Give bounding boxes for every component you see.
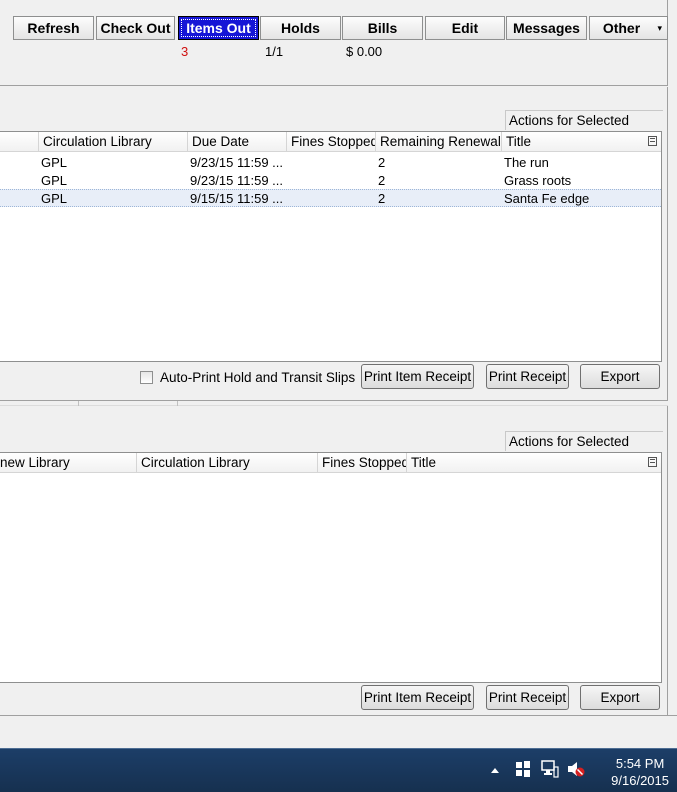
cell-title: Santa Fe edge [504, 191, 590, 206]
chevron-down-icon: ▾ [657, 23, 662, 33]
grid-header: Circulation Library Due Date Fines Stopp… [0, 132, 661, 152]
cell-renewals: 2 [378, 155, 386, 170]
grid-header: new Library Circulation Library Fines St… [0, 453, 661, 473]
items-out-button[interactable]: Items Out [178, 16, 259, 40]
cell-circ-lib: GPL [41, 173, 68, 188]
show-hidden-icons-icon[interactable] [490, 766, 500, 774]
auto-print-slips-checkbox[interactable] [140, 371, 153, 384]
items-out-count: 3 [181, 44, 189, 59]
column-header-circulation-library[interactable]: Circulation Library [137, 453, 318, 473]
cell-circ-lib: GPL [41, 155, 68, 170]
system-clock[interactable]: 5:54 PM 9/16/2015 [611, 755, 669, 789]
other-menu-label: Other [602, 20, 641, 36]
clock-date: 9/16/2015 [611, 773, 669, 788]
cell-renewals: 2 [378, 173, 386, 188]
column-header-hidden[interactable] [0, 132, 39, 152]
cell-due-date: 9/15/15 11:59 ... [190, 191, 283, 206]
cell-due-date: 9/23/15 11:59 ... [190, 155, 283, 170]
items-out-grid: Circulation Library Due Date Fines Stopp… [0, 131, 662, 362]
lower-grid: new Library Circulation Library Fines St… [0, 452, 662, 683]
cell-title: Grass roots [504, 173, 572, 188]
actions-for-selected-items-menu[interactable]: Actions for Selected Items [505, 110, 663, 148]
print-receipt-button[interactable]: Print Receipt [486, 364, 569, 389]
refresh-button[interactable]: Refresh [13, 16, 94, 40]
cell-renewals: 2 [378, 191, 386, 206]
column-header-remaining-renewals[interactable]: Remaining Renewals [376, 132, 502, 152]
clock-time: 5:54 PM [615, 756, 665, 771]
volume-muted-icon[interactable] [567, 760, 585, 778]
column-header-fines-stopped[interactable]: Fines Stopped [318, 453, 407, 473]
action-center-flag-icon[interactable] [515, 760, 531, 778]
column-header-circulation-library[interactable]: Circulation Library [39, 132, 188, 152]
export-button[interactable]: Export [580, 685, 660, 710]
patron-toolbar: Refresh Check Out Items Out Holds Bills … [0, 0, 668, 86]
column-header-fines-stopped[interactable]: Fines Stopped [287, 132, 376, 152]
bills-balance: $ 0.00 [346, 44, 383, 59]
print-item-receipt-button[interactable]: Print Item Receipt [361, 685, 474, 710]
actions-for-selected-items-menu[interactable]: Actions for Selected Items [505, 431, 663, 469]
windows-taskbar: 5:54 PM 9/16/2015 [0, 748, 677, 792]
column-header-new-library[interactable]: new Library [0, 453, 137, 473]
other-menu-button[interactable]: Other ▾ [589, 16, 668, 40]
holds-count: 1/1 [265, 44, 284, 59]
cell-due-date: 9/23/15 11:59 ... [190, 173, 283, 188]
table-row[interactable]: GPL 9/23/15 11:59 ... 2 Grass roots [0, 172, 661, 190]
window-status-area [0, 715, 677, 748]
holds-button[interactable]: Holds [260, 16, 341, 40]
print-item-receipt-button[interactable]: Print Item Receipt [361, 364, 474, 389]
print-receipt-button[interactable]: Print Receipt [486, 685, 569, 710]
messages-button[interactable]: Messages [506, 16, 587, 40]
column-header-title[interactable]: Title [407, 453, 642, 473]
column-picker-icon[interactable] [648, 136, 657, 146]
bills-button[interactable]: Bills [342, 16, 423, 40]
table-row[interactable]: GPL 9/23/15 11:59 ... 2 The run [0, 154, 661, 172]
column-header-title[interactable]: Title [502, 132, 642, 152]
edit-button[interactable]: Edit [425, 16, 505, 40]
check-out-button[interactable]: Check Out [96, 16, 175, 40]
cell-title: The run [504, 155, 549, 170]
column-picker-icon[interactable] [648, 457, 657, 467]
column-header-due-date[interactable]: Due Date [188, 132, 287, 152]
table-row[interactable]: GPL 9/15/15 11:59 ... 2 Santa Fe edge [0, 189, 661, 207]
export-button[interactable]: Export [580, 364, 660, 389]
cell-circ-lib: GPL [41, 191, 68, 206]
network-icon[interactable] [541, 759, 559, 779]
auto-print-slips-label: Auto-Print Hold and Transit Slips [160, 370, 356, 385]
